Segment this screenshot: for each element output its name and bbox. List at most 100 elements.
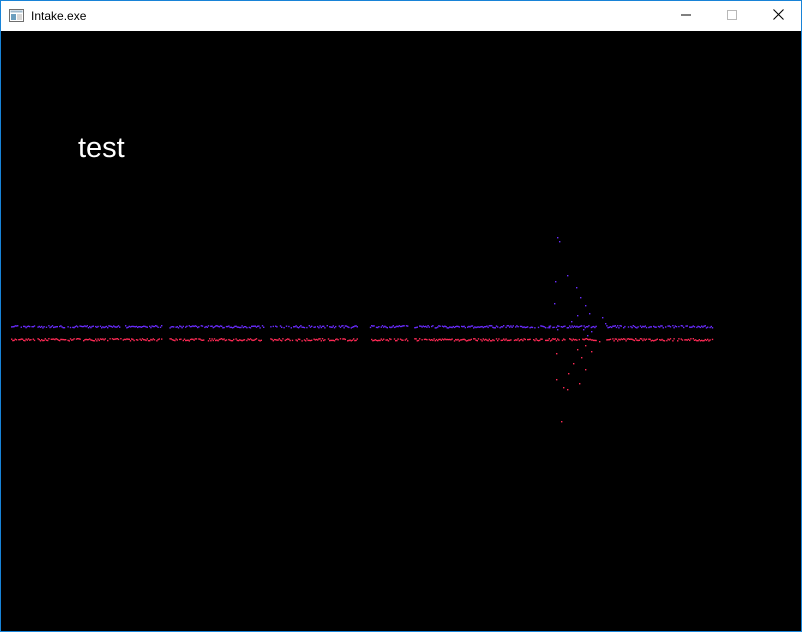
signal-dot-lower [608, 339, 610, 341]
close-button[interactable] [755, 1, 801, 31]
signal-dot-lower [685, 339, 687, 341]
signal-dot-lower [90, 339, 92, 341]
signal-dot-lower [517, 338, 519, 340]
signal-dot-lower [443, 339, 445, 341]
signal-dot-lower [548, 338, 550, 340]
signal-dot-upper [161, 325, 163, 327]
maximize-button[interactable] [709, 1, 755, 31]
signal-dot-lower [187, 339, 189, 341]
signal-dot-upper [579, 325, 582, 327]
signal-dot-lower [353, 338, 355, 340]
signal-dot-upper [239, 326, 241, 329]
signal-dot-lower [402, 339, 404, 341]
signal-dot-upper [457, 325, 459, 328]
signal-dot-lower [351, 339, 354, 341]
minimize-button[interactable] [663, 1, 709, 31]
signal-dot-lower [182, 339, 184, 342]
signal-dot-upper [669, 326, 672, 328]
signal-dot-upper [180, 325, 182, 328]
signal-dot-lower [557, 338, 559, 340]
signal-dot-upper [704, 325, 706, 327]
signal-dot-upper [213, 326, 216, 328]
signal-dot-lower [539, 339, 541, 342]
signal-dot-lower [660, 339, 662, 341]
signal-dot-lower [56, 338, 58, 341]
signal-dot-upper [475, 326, 477, 329]
signal-dot-upper [231, 327, 234, 329]
signal-dot-lower [480, 338, 482, 341]
signal-dot-upper [246, 327, 248, 329]
signal-dot-lower [276, 339, 278, 341]
signal-dot-upper [493, 327, 495, 329]
render-canvas[interactable]: test [1, 31, 801, 631]
signal-dot-upper [129, 326, 132, 328]
signal-dot-upper [524, 326, 526, 329]
signal-dot-lower [705, 339, 708, 342]
signal-dot-upper [31, 326, 33, 328]
signal-dot-lower [235, 338, 237, 340]
signal-dot-upper [419, 325, 421, 327]
signal-scatter-dot [561, 421, 563, 423]
signal-dot-upper [443, 326, 445, 328]
signal-dot-lower [689, 339, 691, 342]
signal-dot-lower [595, 339, 597, 342]
signal-dot-upper [567, 327, 570, 329]
signal-dot-lower [475, 339, 477, 341]
signal-dot-lower [636, 339, 638, 341]
signal-dot-upper [109, 325, 111, 327]
signal-dot-upper [505, 326, 507, 329]
title-bar[interactable]: Intake.exe [1, 1, 801, 31]
signal-dot-lower [299, 338, 301, 341]
signal-dot-lower [463, 338, 465, 340]
signal-dot-lower [396, 339, 398, 342]
signal-dot-upper [633, 325, 636, 328]
signal-dot-lower [47, 339, 49, 342]
application-window-icon[interactable] [9, 9, 24, 22]
signal-dot-lower [149, 340, 151, 342]
signal-dot-lower [555, 340, 558, 342]
signal-dot-lower [103, 339, 105, 341]
signal-dot-upper [636, 327, 638, 329]
signal-dot-lower [554, 338, 556, 340]
signal-dot-upper [155, 325, 157, 327]
signal-dot-upper [60, 325, 62, 327]
signal-dot-upper [453, 326, 456, 329]
signal-dot-lower [129, 340, 132, 342]
signal-dot-lower [570, 338, 572, 341]
signal-dot-upper [523, 326, 525, 328]
signal-dot-upper [685, 325, 687, 327]
signal-dot-upper [255, 326, 258, 328]
signal-dot-lower [311, 339, 313, 341]
signal-dot-upper [552, 326, 554, 329]
signal-dot-upper [138, 326, 140, 328]
signal-dot-lower [501, 339, 504, 341]
signal-dot-lower [295, 339, 297, 341]
signal-dot-lower [614, 338, 616, 340]
signal-scatter-dot [567, 275, 569, 277]
signal-dot-lower [507, 339, 510, 342]
signal-dot-lower [203, 339, 205, 341]
signal-dot-upper [415, 326, 417, 329]
signal-dot-upper [324, 327, 326, 329]
signal-dot-upper [549, 325, 552, 327]
signal-dot-upper [102, 326, 104, 328]
signal-dot-upper [711, 327, 714, 329]
signal-dot-lower [624, 338, 626, 340]
signal-scatter-dot [573, 363, 575, 365]
signal-dot-lower [223, 338, 225, 340]
signal-dot-lower [537, 340, 540, 342]
signal-dot-upper [607, 327, 609, 329]
signal-dot-upper [373, 325, 375, 327]
signal-dot-upper [223, 326, 225, 329]
signal-dot-lower [73, 338, 75, 340]
signal-dot-upper [527, 326, 529, 328]
signal-dot-lower [258, 339, 260, 341]
signal-dot-upper [588, 325, 590, 327]
signal-dot-upper [41, 325, 43, 328]
signal-dot-lower [43, 339, 45, 342]
signal-dot-upper [521, 325, 523, 328]
signal-dot-upper [570, 326, 572, 329]
signal-scatter-dot [577, 349, 579, 351]
signal-dot-lower [678, 338, 680, 340]
signal-dot-upper [573, 325, 576, 327]
